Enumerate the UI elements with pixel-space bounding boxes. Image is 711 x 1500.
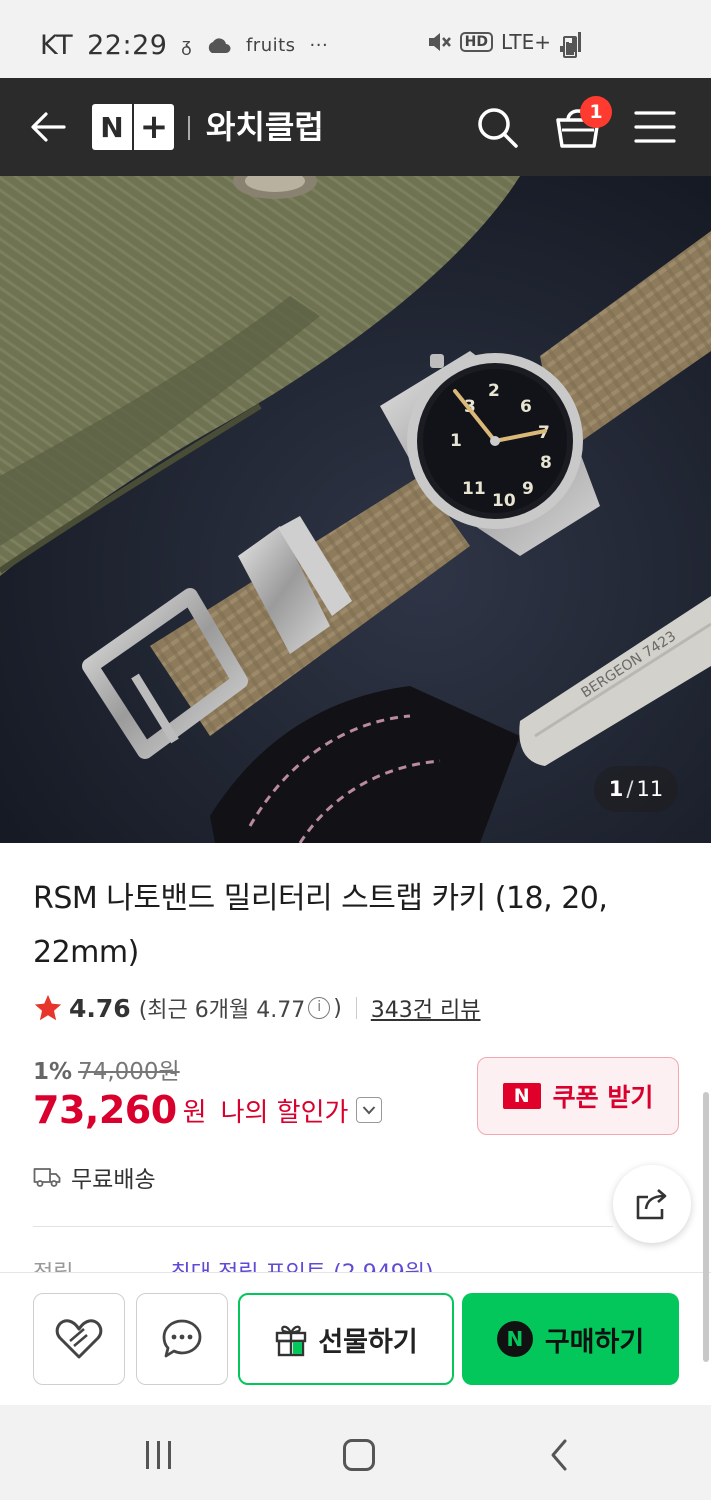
recent-rating: (최근 6개월 4.77 i ) [139, 992, 342, 1024]
star-icon [34, 994, 62, 1021]
logo-n: N [100, 110, 124, 144]
status-left: KT 22:29 ᵹ fruits ··· [40, 30, 328, 61]
image-total: 11 [636, 777, 664, 801]
chat-bubble-icon [162, 1319, 202, 1358]
hamburger-menu-icon[interactable] [634, 110, 676, 144]
product-image[interactable]: 2 6 7 8 9 10 11 1 3 BERGEON 7423 [0, 176, 711, 843]
network-type: LTE+ [501, 30, 551, 54]
logo-divider [188, 116, 190, 140]
store-name[interactable]: 와치클럽 [206, 104, 324, 150]
svg-text:2: 2 [488, 381, 500, 401]
recent-rating-close: ) [333, 995, 342, 1021]
search-icon[interactable] [474, 104, 522, 152]
svg-text:10: 10 [492, 491, 516, 511]
mute-icon [428, 33, 451, 51]
cloud-icon [208, 37, 231, 53]
battery-icon [563, 36, 577, 58]
carrier-label: KT [40, 30, 74, 61]
svg-text:9: 9 [522, 479, 534, 499]
gift-icon [276, 1325, 307, 1357]
buy-label: 구매하기 [544, 1326, 645, 1358]
rating-value: 4.76 [69, 993, 131, 1023]
coupon-label: 쿠폰 받기 [552, 1083, 654, 1112]
status-right: HD LTE+ [426, 30, 581, 54]
coupon-button[interactable]: N 쿠폰 받기 [477, 1057, 679, 1135]
naver-plus-logo[interactable]: N + [92, 104, 174, 150]
gift-button[interactable]: 선물하기 [238, 1293, 454, 1385]
original-price: 74,000원 [78, 1059, 180, 1085]
chevron-down-icon[interactable] [356, 1097, 383, 1123]
discount-line: 1% 74,000원 [33, 1052, 382, 1086]
gift-label: 선물하기 [318, 1326, 418, 1358]
price-block: 1% 74,000원 73,260 원 나의 할인가 [33, 1052, 383, 1132]
section-divider [33, 1226, 613, 1227]
wishlist-button[interactable] [33, 1293, 125, 1385]
share-button[interactable] [613, 1165, 691, 1243]
coupon-n-badge: N [502, 1083, 541, 1109]
image-counter: 1 / 11 [594, 766, 678, 812]
discount-rate: 1% [33, 1059, 73, 1085]
truck-icon [33, 1168, 61, 1187]
buy-n-badge: N [496, 1321, 533, 1357]
recent-apps-icon[interactable] [146, 1441, 176, 1471]
svg-text:1: 1 [450, 431, 462, 451]
currency-unit: 원 [182, 1097, 207, 1128]
talk-inquiry-button[interactable] [136, 1293, 228, 1385]
bottom-action-bar: 선물하기 N 구매하기 [0, 1272, 711, 1405]
app-notification-text: fruits [245, 35, 296, 56]
rating-divider [355, 997, 357, 1019]
back-arrow-icon[interactable] [28, 102, 68, 152]
scrollbar-thumb[interactable] [703, 1092, 709, 1362]
shipping-row: 무료배송 [33, 1160, 156, 1194]
review-count-link[interactable]: 343건 리뷰 [371, 992, 481, 1024]
buy-button[interactable]: N 구매하기 [462, 1293, 679, 1385]
system-nav-bar [0, 1405, 711, 1500]
image-current: 1 [608, 777, 624, 801]
shipping-label: 무료배송 [71, 1167, 156, 1193]
hd-voice-icon: HD [459, 32, 493, 52]
svg-text:6: 6 [520, 397, 532, 417]
svg-text:8: 8 [540, 453, 552, 473]
final-price: 73,260 [33, 1088, 177, 1132]
recent-rating-text: (최근 6개월 4.77 [138, 998, 306, 1023]
heart-outline-icon [55, 1319, 103, 1359]
rating-row: 4.76 (최근 6개월 4.77 i ) 343건 리뷰 [33, 990, 481, 1026]
final-price-line: 73,260 원 나의 할인가 [33, 1088, 383, 1132]
back-icon[interactable] [545, 1437, 575, 1473]
cart-count-badge: 1 [580, 96, 612, 128]
status-bar: KT 22:29 ᵹ fruits ··· HD LTE+ [0, 0, 711, 78]
svg-text:11: 11 [462, 479, 486, 499]
notification-icon: ᵹ [181, 35, 192, 56]
product-title: RSM 나토밴드 밀리터리 스트랩 카키 (18, 20, 22mm) [33, 881, 608, 970]
app-header: N + 와치클럽 [0, 78, 711, 176]
logo-plus: + [132, 104, 174, 150]
my-discount-label[interactable]: 나의 할인가 [221, 1092, 349, 1129]
product-photo-illustration: 2 6 7 8 9 10 11 1 3 BERGEON 7423 [0, 176, 711, 843]
more-notifications-icon: ··· [309, 35, 329, 56]
clock: 22:29 [87, 30, 168, 61]
info-icon[interactable]: i [308, 997, 331, 1019]
share-icon [636, 1189, 667, 1220]
image-counter-separator: / [626, 777, 634, 801]
home-icon[interactable] [343, 1439, 375, 1471]
